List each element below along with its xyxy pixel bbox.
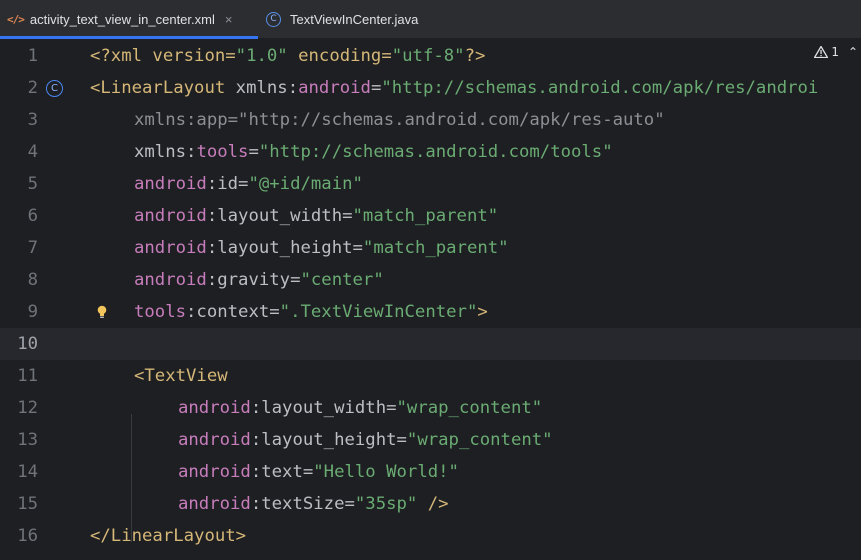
code-line[interactable]: 15 android:textSize="35sp" /> (0, 488, 861, 520)
xml-file-icon: </> (7, 12, 25, 26)
line-number: 10 (17, 334, 38, 354)
code-text: android:layout_width="wrap_content" (178, 398, 543, 418)
code-line[interactable]: 5 android:id="@+id/main" (0, 168, 861, 200)
line-number: 3 (27, 110, 38, 130)
line-number: 7 (27, 238, 38, 258)
code-line[interactable]: 16 </LinearLayout> (0, 520, 861, 552)
code-line[interactable]: 14 android:text="Hello World!" (0, 456, 861, 488)
line-number: 11 (17, 366, 38, 386)
code-text: <LinearLayout xmlns:android="http://sche… (90, 78, 819, 98)
close-icon[interactable]: × (225, 12, 233, 27)
code-line[interactable]: 6 android:layout_width="match_parent" (0, 200, 861, 232)
tab-activity-xml[interactable]: </> activity_text_view_in_center.xml × (0, 0, 258, 39)
code-text: android:gravity="center" (134, 270, 384, 290)
line-number: 8 (27, 270, 38, 290)
line-number: 15 (17, 494, 38, 514)
line-number: 14 (17, 462, 38, 482)
code-line[interactable]: 8 android:gravity="center" (0, 264, 861, 296)
code-text: <?xml version="1.0" encoding="utf-8"?> (90, 46, 486, 66)
line-number: 13 (17, 430, 38, 450)
editor-tab-bar: </> activity_text_view_in_center.xml × C… (0, 0, 861, 39)
tab-label: TextViewInCenter.java (290, 11, 419, 27)
code-editor[interactable]: 1 ⌃ 1 <?xml version="1.0" encoding="utf-… (0, 39, 861, 560)
code-line[interactable]: 13 android:layout_height="wrap_content" (0, 424, 861, 456)
line-number: 12 (17, 398, 38, 418)
tab-label: activity_text_view_in_center.xml (29, 11, 215, 27)
tab-textviewincenter-java[interactable]: C TextViewInCenter.java (266, 0, 418, 38)
code-line[interactable]: 1 <?xml version="1.0" encoding="utf-8"?> (0, 40, 861, 72)
line-number: 9 (27, 302, 38, 322)
code-text: android:id="@+id/main" (134, 174, 363, 194)
code-text: xmlns:app="http://schemas.android.com/ap… (134, 110, 665, 130)
code-text: android:layout_height="wrap_content" (178, 430, 553, 450)
code-text: android:layout_height="match_parent" (134, 238, 509, 258)
code-text: android:textSize="35sp" /> (178, 494, 449, 514)
code-line[interactable]: 9 tools:context=".TextViewInCenter"> (0, 296, 861, 328)
code-line[interactable]: 3 xmlns:app="http://schemas.android.com/… (0, 104, 861, 136)
code-text: android:text="Hello World!" (178, 462, 459, 482)
code-line[interactable]: 4 xmlns:tools="http://schemas.android.co… (0, 136, 861, 168)
line-number: 1 (27, 46, 38, 66)
code-line[interactable]: 12 android:layout_width="wrap_content" (0, 392, 861, 424)
line-number: 2 (27, 78, 38, 98)
code-line[interactable]: 11 <TextView (0, 360, 861, 392)
java-class-icon: C (266, 11, 281, 27)
line-number: 4 (27, 142, 38, 162)
line-number: 5 (27, 174, 38, 194)
code-line[interactable]: 7 android:layout_height="match_parent" (0, 232, 861, 264)
line-number: 16 (17, 526, 38, 546)
related-class-gutter-icon[interactable]: C (46, 80, 63, 97)
code-text: tools:context=".TextViewInCenter"> (134, 302, 488, 322)
line-number: 6 (27, 206, 38, 226)
code-text: </LinearLayout> (90, 526, 247, 546)
code-line-current[interactable]: 10 (0, 328, 861, 360)
code-text: <TextView (134, 366, 228, 386)
code-text: android:layout_width="match_parent" (134, 206, 499, 226)
lightbulb-icon[interactable] (97, 305, 107, 319)
code-text: xmlns:tools="http://schemas.android.com/… (134, 142, 613, 162)
code-line[interactable]: 2 C <LinearLayout xmlns:android="http://… (0, 72, 861, 104)
